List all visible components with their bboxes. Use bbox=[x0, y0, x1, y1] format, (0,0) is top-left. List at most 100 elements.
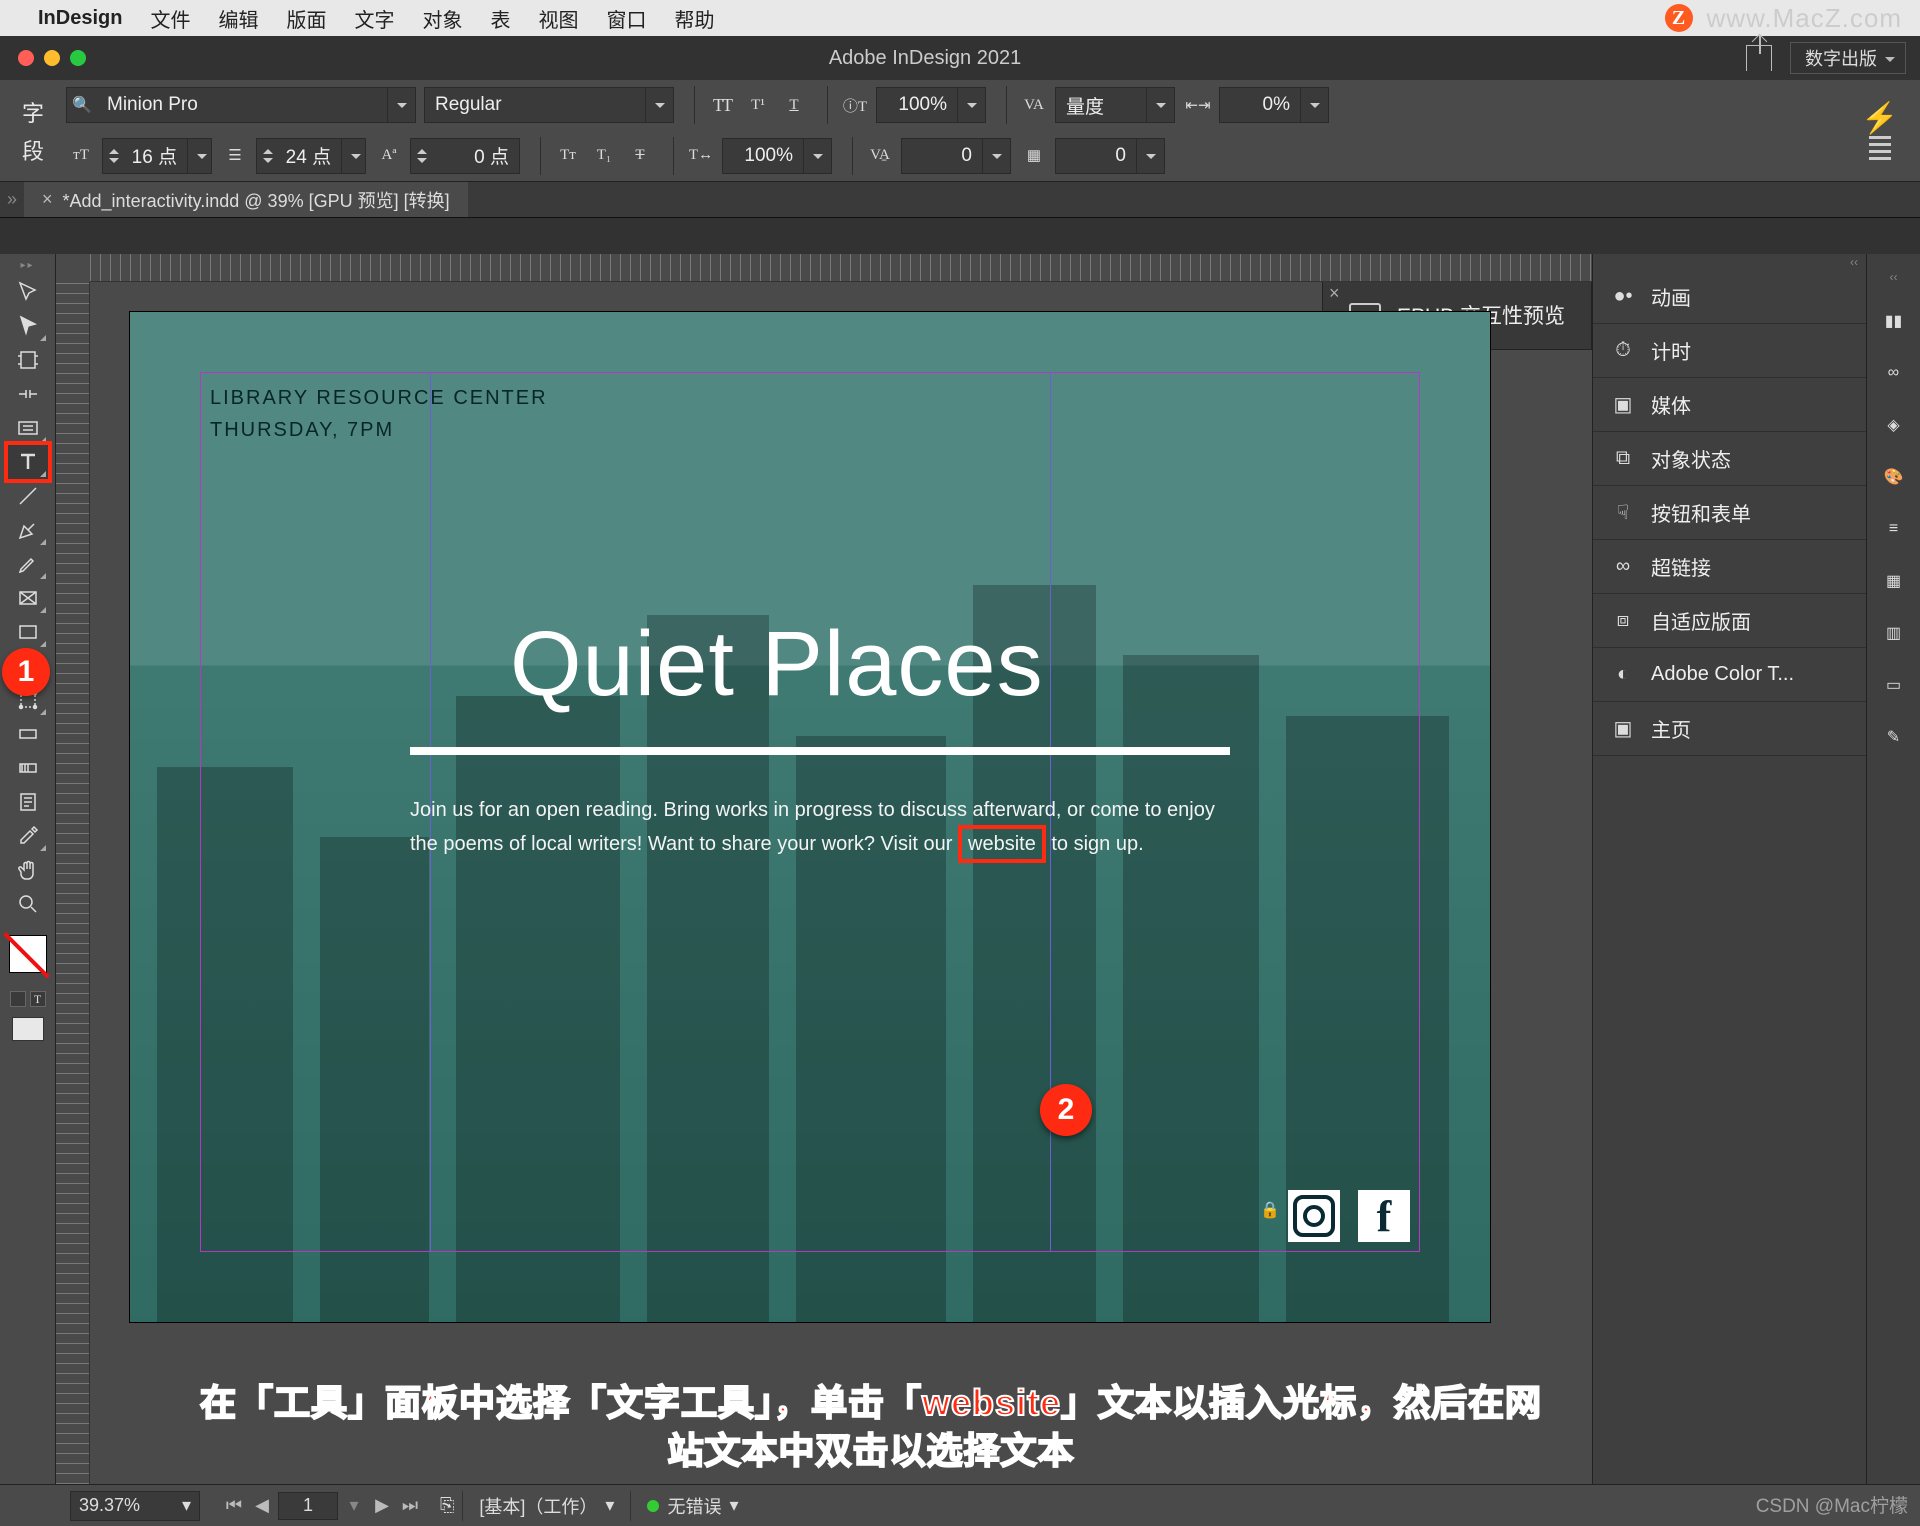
collapsed-grip-icon[interactable]: ‹‹ bbox=[1890, 270, 1898, 284]
kerning-field[interactable]: 量度 bbox=[1055, 87, 1175, 123]
ruler-horizontal[interactable] bbox=[90, 254, 1592, 282]
close-tab-icon[interactable]: × bbox=[42, 189, 53, 210]
menu-file[interactable]: 文件 bbox=[136, 0, 204, 36]
superscript-icon[interactable]: T¹ bbox=[743, 90, 773, 120]
panel-buttons-forms[interactable]: ☟按钮和表单 bbox=[1593, 486, 1866, 540]
strikethrough-icon[interactable]: T bbox=[625, 141, 655, 171]
font-style-field[interactable]: Regular bbox=[424, 87, 674, 123]
swatches-icon[interactable]: ▦ bbox=[1879, 566, 1909, 596]
type-tool[interactable] bbox=[8, 445, 48, 479]
font-size-field[interactable]: 16 点 bbox=[102, 138, 212, 174]
prev-page-button[interactable]: ◀ bbox=[250, 1494, 274, 1518]
allcaps-icon[interactable]: TT bbox=[707, 90, 737, 120]
control-menu-icon[interactable] bbox=[1869, 136, 1891, 160]
layers-icon[interactable]: ◈ bbox=[1879, 410, 1909, 440]
page-tool[interactable] bbox=[8, 343, 48, 377]
pencil-tool[interactable] bbox=[8, 547, 48, 581]
align-icon[interactable]: ▭ bbox=[1879, 670, 1909, 700]
facebook-icon[interactable]: f bbox=[1358, 1190, 1410, 1242]
line-tool[interactable] bbox=[8, 479, 48, 513]
toolbox-grip-icon[interactable]: ▸▸ bbox=[20, 260, 34, 271]
menu-edit[interactable]: 编辑 bbox=[204, 0, 272, 36]
menu-object[interactable]: 对象 bbox=[408, 0, 476, 36]
pen-tool[interactable] bbox=[8, 513, 48, 547]
gradient-swatch-tool[interactable] bbox=[8, 717, 48, 751]
share-icon[interactable] bbox=[1746, 45, 1772, 71]
body-text[interactable]: Join us for an open reading. Bring works… bbox=[410, 795, 1230, 863]
instagram-icon[interactable] bbox=[1288, 1190, 1340, 1242]
links-icon[interactable]: ∞ bbox=[1879, 358, 1909, 388]
preflight-status[interactable]: 无错误▾ bbox=[630, 1491, 754, 1521]
app-name[interactable]: InDesign bbox=[38, 7, 122, 30]
quick-apply-icon[interactable]: ⚡ bbox=[1861, 101, 1898, 136]
panel-adobe-color[interactable]: ◐Adobe Color T... bbox=[1593, 648, 1866, 702]
canvas-area[interactable]: × <> EPUB 交互性预览 bbox=[56, 254, 1592, 1484]
paragraph-mode-button[interactable]: 段 bbox=[22, 134, 44, 166]
website-link-selected[interactable]: website bbox=[958, 825, 1046, 863]
note-tool[interactable] bbox=[8, 785, 48, 819]
ruler-vertical[interactable] bbox=[56, 282, 90, 1484]
color-icon[interactable]: 🎨 bbox=[1879, 462, 1909, 492]
panel-hyperlinks[interactable]: ∞超链接 bbox=[1593, 540, 1866, 594]
panel-liquid-layout[interactable]: ⧈自适应版面 bbox=[1593, 594, 1866, 648]
last-page-button[interactable]: ⏭ bbox=[398, 1494, 422, 1518]
menu-type[interactable]: 文字 bbox=[340, 0, 408, 36]
menu-table[interactable]: 表 bbox=[476, 0, 524, 36]
header-text-frame[interactable]: LIBRARY RESOURCE CENTER THURSDAY, 7PM bbox=[210, 382, 548, 446]
zoom-tool[interactable] bbox=[8, 887, 48, 921]
menu-layout[interactable]: 版面 bbox=[272, 0, 340, 36]
rectangle-tool[interactable] bbox=[8, 615, 48, 649]
smallcaps-icon[interactable]: Tᴛ bbox=[553, 141, 583, 171]
eyedropper-tool[interactable] bbox=[8, 819, 48, 853]
tracking-field[interactable]: 0 bbox=[901, 138, 1011, 174]
gradient-feather-tool[interactable] bbox=[8, 751, 48, 785]
subscript-icon[interactable]: T₁ bbox=[589, 141, 619, 171]
character-mode-button[interactable]: 字 bbox=[22, 96, 44, 128]
window-minimize-button[interactable] bbox=[44, 50, 60, 66]
direct-selection-tool[interactable] bbox=[8, 309, 48, 343]
tsume-field[interactable]: 0% bbox=[1219, 87, 1329, 123]
grid-icon[interactable]: ▥ bbox=[1879, 618, 1909, 648]
leading-field[interactable]: 24 点 bbox=[256, 138, 366, 174]
window-close-button[interactable] bbox=[18, 50, 34, 66]
preflight-profile[interactable]: [基本]（工作）▾ bbox=[462, 1491, 630, 1521]
cc-libraries-icon[interactable]: ▮▮ bbox=[1879, 306, 1909, 336]
menu-view[interactable]: 视图 bbox=[524, 0, 592, 36]
vertical-scale-field[interactable]: 100% bbox=[876, 87, 986, 123]
stroke-icon[interactable]: ≡ bbox=[1879, 514, 1909, 544]
workspace-dropdown[interactable]: 数字出版 bbox=[1790, 42, 1906, 74]
rectangle-frame-tool[interactable] bbox=[8, 581, 48, 615]
first-page-button[interactable]: ⏮ bbox=[222, 1494, 246, 1518]
panel-media[interactable]: ▣媒体 bbox=[1593, 378, 1866, 432]
panel-pages[interactable]: ▣主页 bbox=[1593, 702, 1866, 756]
content-collector-tool[interactable] bbox=[8, 411, 48, 445]
fill-stroke-swatch[interactable] bbox=[9, 935, 47, 973]
gap-tool[interactable] bbox=[8, 377, 48, 411]
view-mode-button[interactable] bbox=[12, 1017, 44, 1041]
panel-grip-icon[interactable]: ‹‹ bbox=[1593, 254, 1866, 270]
document-tab[interactable]: × *Add_interactivity.indd @ 39% [GPU 预览]… bbox=[24, 182, 468, 217]
pasteboard[interactable]: × <> EPUB 交互性预览 bbox=[90, 282, 1592, 1484]
open-icon[interactable]: ⎘ bbox=[432, 1495, 462, 1516]
menu-help[interactable]: 帮助 bbox=[660, 0, 728, 36]
page-number-field[interactable]: 1 bbox=[278, 1492, 338, 1520]
horizontal-scale-field[interactable]: 100% bbox=[722, 138, 832, 174]
window-maximize-button[interactable] bbox=[70, 50, 86, 66]
grid-field[interactable]: 0 bbox=[1055, 138, 1165, 174]
apply-target-row[interactable]: T bbox=[10, 991, 46, 1007]
wrap-icon[interactable]: ✎ bbox=[1879, 722, 1909, 752]
menu-window[interactable]: 窗口 bbox=[592, 0, 660, 36]
hand-tool[interactable] bbox=[8, 853, 48, 887]
tab-chevron-icon[interactable]: » bbox=[0, 189, 24, 210]
title-text-frame[interactable]: Quiet Places Join us for an open reading… bbox=[410, 612, 1310, 863]
next-page-button[interactable]: ▶ bbox=[370, 1494, 394, 1518]
panel-object-states[interactable]: ⧉对象状态 bbox=[1593, 432, 1866, 486]
panel-timing[interactable]: ⏱计时 bbox=[1593, 324, 1866, 378]
zoom-field[interactable]: 39.37%▾ bbox=[70, 1491, 200, 1521]
font-family-field[interactable]: 🔍 Minion Pro bbox=[66, 87, 416, 123]
baseline-shift-field[interactable]: 0 点 bbox=[410, 138, 520, 174]
document-page[interactable]: LIBRARY RESOURCE CENTER THURSDAY, 7PM Qu… bbox=[130, 312, 1490, 1322]
selection-tool[interactable] bbox=[8, 275, 48, 309]
close-icon[interactable]: × bbox=[1329, 283, 1340, 304]
underline-icon[interactable]: T bbox=[779, 90, 809, 120]
